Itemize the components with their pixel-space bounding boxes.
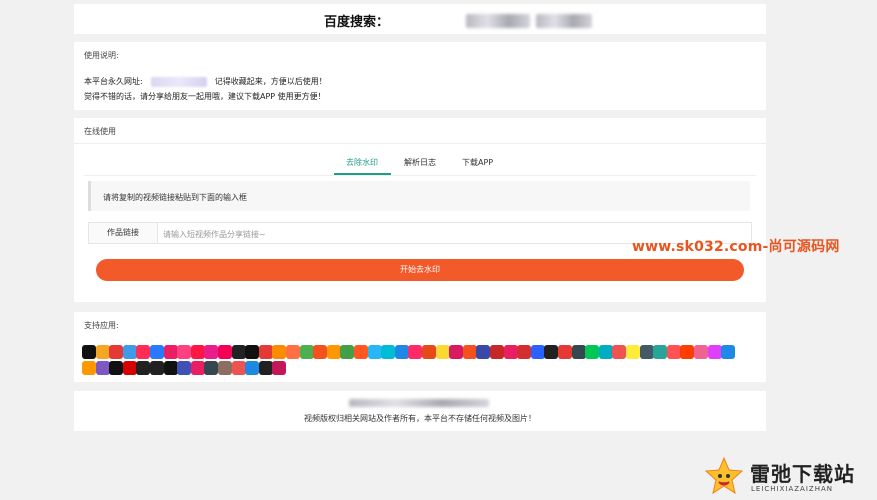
app-icon	[299, 345, 314, 359]
app-icon	[517, 345, 532, 359]
app-icon	[680, 345, 695, 359]
app-icon	[190, 361, 205, 375]
app-icon	[218, 345, 232, 359]
brand-logo: 雷弛下载站 LEICHIXIAZAIZHAN	[704, 456, 874, 500]
app-icon	[95, 361, 110, 375]
usage-line-1-suffix: 记得收藏起来，方便以后使用！	[214, 77, 327, 86]
app-icon	[544, 345, 559, 359]
app-icons-row-2	[82, 361, 762, 375]
app-icon	[503, 345, 518, 359]
app-icon	[422, 345, 436, 359]
app-icon	[381, 345, 396, 359]
app-icon	[245, 361, 260, 375]
app-icon	[326, 345, 341, 359]
app-icon	[530, 345, 545, 359]
usage-url-label: 本平台永久网址:	[84, 77, 143, 86]
app-icon	[109, 345, 124, 359]
app-icon	[204, 361, 219, 375]
star-logo-icon	[704, 456, 744, 495]
usage-line-1: 本平台永久网址: 记得收藏起来，方便以后使用！	[84, 76, 327, 87]
app-icon	[639, 345, 654, 359]
app-icon	[476, 345, 491, 359]
app-icon	[136, 361, 151, 375]
footer-link-blurred	[349, 399, 489, 407]
brand-subtitle: LEICHIXIAZAIZHAN	[751, 485, 833, 493]
app-icon	[721, 345, 736, 359]
app-icon	[177, 361, 192, 375]
app-icon	[231, 345, 246, 359]
supported-apps-card: 支持应用:	[74, 312, 766, 382]
app-icon	[598, 345, 613, 359]
app-icon	[245, 345, 260, 359]
app-icon	[354, 345, 368, 359]
app-icon	[109, 361, 124, 375]
search-card: 百度搜索：	[74, 4, 766, 34]
divider	[74, 143, 766, 144]
app-icon	[150, 345, 164, 359]
app-icon	[218, 361, 232, 375]
app-icon	[340, 345, 355, 359]
tab-remove-watermark[interactable]: 去除水印	[346, 157, 378, 168]
app-icon	[313, 345, 328, 359]
app-icon	[653, 345, 668, 359]
app-icon	[694, 345, 708, 359]
online-title: 在线使用	[84, 127, 116, 136]
app-icon	[666, 345, 681, 359]
app-icon	[82, 361, 96, 375]
app-icon	[558, 345, 572, 359]
app-icon	[286, 345, 300, 359]
app-icon	[394, 345, 409, 359]
search-keyword-blurred	[466, 14, 530, 28]
tab-bar-divider	[84, 175, 756, 176]
app-icon	[408, 345, 423, 359]
app-icon	[163, 345, 178, 359]
app-icon	[585, 345, 600, 359]
app-icon	[122, 361, 137, 375]
app-icon	[204, 345, 219, 359]
app-icon	[490, 345, 504, 359]
usage-title: 使用说明:	[84, 51, 119, 60]
app-icon	[272, 361, 287, 375]
app-icon	[449, 345, 464, 359]
app-icon	[272, 345, 287, 359]
app-icon	[435, 345, 450, 359]
app-icon	[612, 345, 627, 359]
app-icon	[82, 345, 96, 359]
app-icon	[190, 345, 205, 359]
brand-name: 雷弛下载站	[750, 462, 855, 486]
tab-download-app[interactable]: 下载APP	[462, 157, 493, 168]
search-title: 百度搜索：	[324, 15, 390, 30]
tab-parse-log[interactable]: 解析日志	[404, 157, 436, 168]
usage-card: 使用说明: 本平台永久网址: 记得收藏起来，方便以后使用！ 觉得不错的话，请分享给…	[74, 42, 766, 110]
app-icon	[367, 345, 382, 359]
search-keyword-blurred-2	[536, 14, 592, 28]
app-icon	[626, 345, 640, 359]
app-icon	[122, 345, 137, 359]
app-icon	[177, 345, 192, 359]
online-card: 在线使用 去除水印 解析日志 下载APP 请将复制的视频链接粘贴到下面的输入框 …	[74, 118, 766, 302]
site-watermark: www.sk032.com-尚可源码网	[632, 239, 840, 255]
app-icons-row-1	[82, 345, 762, 359]
app-icon	[462, 345, 477, 359]
link-field-label: 作品链接	[89, 223, 158, 243]
app-icon	[258, 345, 273, 359]
app-icon	[571, 345, 586, 359]
permanent-url-blurred[interactable]	[150, 76, 207, 87]
app-icon	[258, 361, 273, 375]
supported-apps-title: 支持应用:	[84, 321, 119, 330]
app-icon	[231, 361, 246, 375]
app-icon	[163, 361, 178, 375]
app-icon	[95, 345, 110, 359]
tip-text: 请将复制的视频链接粘贴到下面的输入框	[103, 193, 247, 202]
app-icon	[150, 361, 164, 375]
app-icon	[707, 345, 722, 359]
tip-box: 请将复制的视频链接粘贴到下面的输入框	[88, 181, 750, 211]
start-remove-watermark-button[interactable]: 开始去水印	[96, 259, 744, 281]
footer-card: 视频版权归相关网站及作者所有，本平台不存储任何视频及图片！	[74, 391, 766, 431]
app-icon	[136, 345, 151, 359]
usage-line-2: 觉得不错的话，请分享给朋友一起用哦，建议下载APP 使用更方便！	[84, 92, 326, 101]
copyright-notice: 视频版权归相关网站及作者所有，本平台不存储任何视频及图片！	[304, 414, 536, 423]
